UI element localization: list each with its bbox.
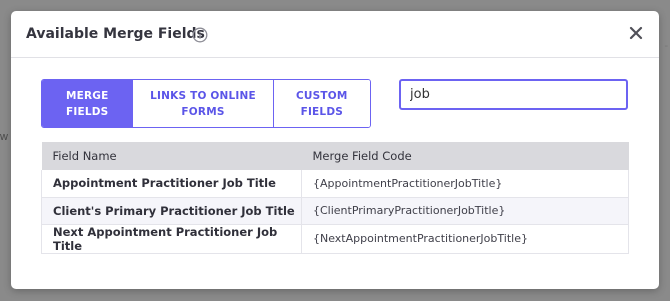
table-row[interactable]: Next Appointment Practitioner Job Title …	[41, 224, 629, 254]
field-name-cell[interactable]: Appointment Practitioner Job Title	[41, 170, 302, 198]
backdrop-text: w	[0, 131, 8, 143]
merge-fields-table: Field Name Merge Field Code Appointment …	[41, 142, 629, 254]
search-input[interactable]	[399, 79, 628, 110]
field-name-cell[interactable]: Client's Primary Practitioner Job Title	[41, 197, 302, 225]
tab-links-to-online-forms[interactable]: LINKS TO ONLINE FORMS	[132, 80, 273, 127]
modal-header: Available Merge Fields	[11, 11, 659, 58]
merge-fields-modal: Available Merge Fields MERGE FIELDS LINK…	[11, 11, 659, 289]
column-header-field-name: Field Name	[41, 142, 302, 170]
tab-custom-fields[interactable]: CUSTOM FIELDS	[272, 80, 370, 127]
backdrop-mark: -	[664, 40, 668, 52]
modal-title: Available Merge Fields	[26, 26, 205, 42]
table-row[interactable]: Appointment Practitioner Job Title {Appo…	[41, 170, 629, 198]
merge-code-cell[interactable]: {AppointmentPractitionerJobTitle}	[301, 170, 629, 198]
table-header-row: Field Name Merge Field Code	[41, 142, 629, 170]
tab-group: MERGE FIELDS LINKS TO ONLINE FORMS CUSTO…	[41, 79, 371, 128]
column-header-merge-field-code: Merge Field Code	[301, 142, 629, 170]
table-row[interactable]: Client's Primary Practitioner Job Title …	[41, 197, 629, 225]
merge-code-cell[interactable]: {NextAppointmentPractitionerJobTitle}	[301, 224, 629, 254]
tab-merge-fields[interactable]: MERGE FIELDS	[42, 80, 133, 127]
merge-code-cell[interactable]: {ClientPrimaryPractitionerJobTitle}	[301, 197, 629, 225]
close-icon[interactable]	[627, 24, 645, 42]
field-name-cell[interactable]: Next Appointment Practitioner Job Title	[41, 224, 302, 254]
info-icon[interactable]	[192, 27, 208, 43]
